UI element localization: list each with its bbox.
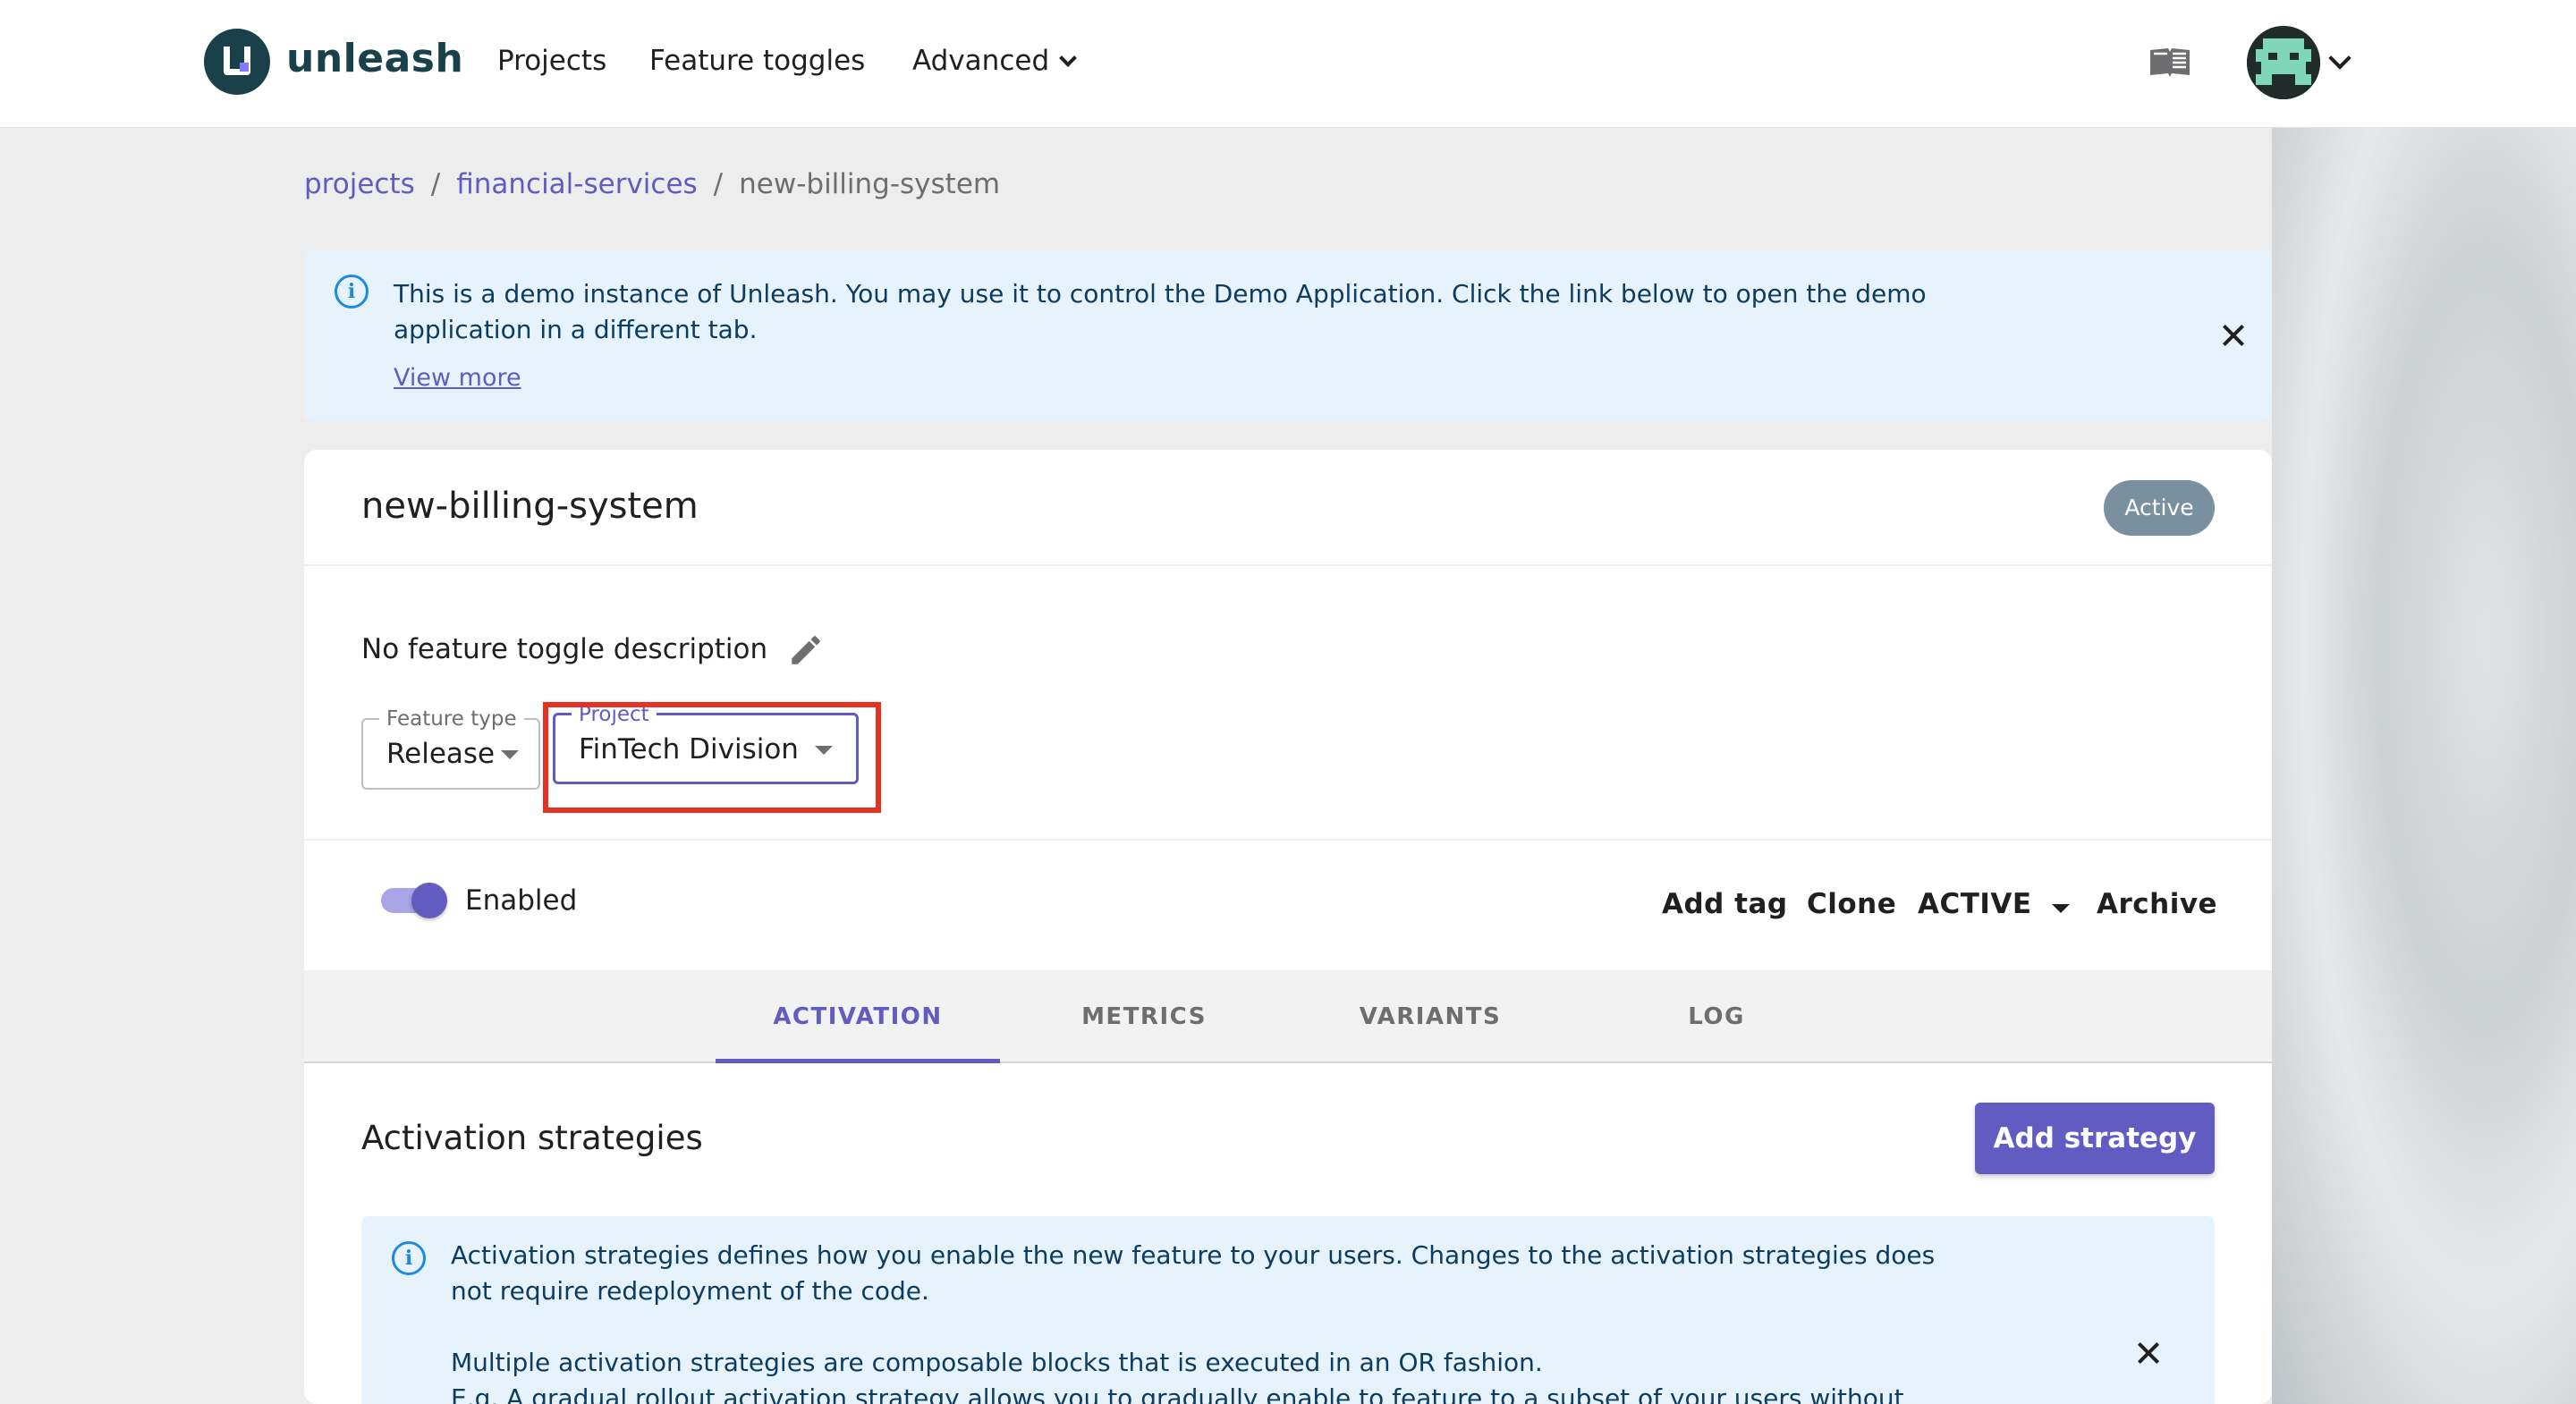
tab-variants[interactable]: VARIANTS <box>1288 970 1572 1063</box>
feature-description: No feature toggle description <box>361 633 768 665</box>
info-paragraph: Activation strategies defines how you en… <box>451 1240 1936 1306</box>
top-navigation: unleash Projects Feature toggles Advance… <box>0 0 2576 128</box>
unleash-logo-icon[interactable] <box>204 29 270 95</box>
divider <box>304 839 2272 841</box>
highlight-box <box>543 702 881 813</box>
info-paragraph: Multiple activation strategies are compo… <box>451 1348 1543 1377</box>
feature-type-label: Feature type <box>379 707 524 731</box>
documentation-book-icon[interactable] <box>2148 47 2191 79</box>
caret-down-icon[interactable] <box>2052 904 2070 913</box>
breadcrumb-financial-services[interactable]: financial-services <box>456 168 697 200</box>
info-icon: i <box>335 275 369 309</box>
status-badge: Active <box>2104 480 2215 536</box>
breadcrumb-current: new-billing-system <box>739 168 1001 200</box>
activation-info-box: i Activation strategies defines how you … <box>361 1216 2215 1404</box>
feature-type-value: Release <box>386 738 496 770</box>
nav-projects[interactable]: Projects <box>497 45 606 77</box>
user-avatar[interactable] <box>2247 26 2320 99</box>
archive-button[interactable]: Archive <box>2097 888 2217 920</box>
breadcrumb-projects[interactable]: projects <box>304 168 415 200</box>
tab-log[interactable]: LOG <box>1574 970 1859 1063</box>
info-paragraph: E.g. A gradual rollout activation strate… <box>451 1383 1904 1404</box>
close-icon[interactable] <box>2220 322 2247 349</box>
breadcrumb: projects / financial-services / new-billing-… <box>304 168 1000 200</box>
nav-advanced-label: Advanced <box>912 45 1050 77</box>
clone-button[interactable]: Clone <box>1807 888 1896 920</box>
tab-activation[interactable]: ACTIVATION <box>716 970 1000 1063</box>
avatar-pattern-icon <box>2247 26 2320 99</box>
nav-advanced[interactable]: Advanced <box>912 45 1078 77</box>
background-decoration <box>2272 128 2576 1404</box>
divider <box>304 564 2272 566</box>
breadcrumb-separator: / <box>713 168 724 200</box>
toggle-knob[interactable] <box>411 883 447 918</box>
feature-type-select[interactable]: Feature type Release <box>361 707 540 790</box>
feature-tabs: ACTIVATION METRICS VARIANTS LOG <box>304 970 2272 1063</box>
tab-metrics[interactable]: METRICS <box>1002 970 1286 1063</box>
nav-feature-toggles[interactable]: Feature toggles <box>649 45 865 77</box>
chevron-down-icon <box>1059 49 1078 67</box>
activation-strategies-title: Activation strategies <box>361 1119 703 1157</box>
add-strategy-button[interactable]: Add strategy <box>1975 1103 2215 1174</box>
banner-message: This is a demo instance of Unleash. You … <box>394 279 1927 344</box>
view-more-link[interactable]: View more <box>394 364 521 392</box>
edit-pencil-icon[interactable] <box>787 631 825 669</box>
chevron-down-icon[interactable] <box>2328 47 2351 70</box>
feature-name: new-billing-system <box>361 486 699 527</box>
feature-toggle-card: new-billing-system Active No feature tog… <box>304 450 2272 1404</box>
info-icon: i <box>392 1241 426 1275</box>
caret-down-icon <box>501 750 519 759</box>
state-select[interactable]: ACTIVE <box>1918 888 2032 920</box>
demo-info-banner: i This is a demo instance of Unleash. Yo… <box>304 250 2272 421</box>
enabled-label: Enabled <box>465 884 578 917</box>
close-icon[interactable] <box>2135 1340 2162 1366</box>
breadcrumb-separator: / <box>430 168 441 200</box>
activation-info-text: Activation strategies defines how you en… <box>451 1238 1971 1404</box>
logo-text[interactable]: unleash <box>286 36 463 81</box>
add-tag-button[interactable]: Add tag <box>1662 888 1788 920</box>
